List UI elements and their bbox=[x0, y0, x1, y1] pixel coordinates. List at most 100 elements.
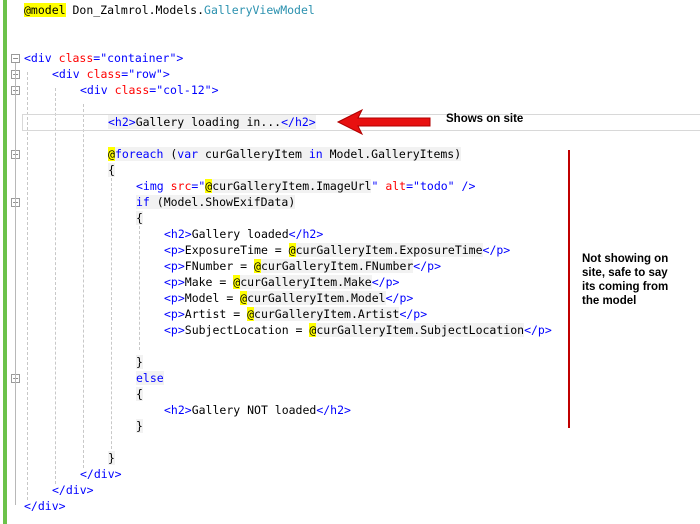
tag-open: <div bbox=[52, 67, 80, 81]
code-line-div-col[interactable]: <div class="col-12"> bbox=[80, 82, 219, 98]
code-line-brace[interactable]: { bbox=[136, 386, 143, 402]
code-line-h2-not-loaded[interactable]: <h2>Gallery NOT loaded</h2> bbox=[164, 402, 351, 418]
h2-text: Gallery NOT loaded bbox=[191, 403, 317, 417]
code-line-p-artist[interactable]: <p>Artist = @curGalleryItem.Artist</p> bbox=[164, 306, 427, 322]
code-text: (Model.ShowExifData) bbox=[149, 195, 296, 209]
code-line-div-container[interactable]: <div class="container"> bbox=[24, 50, 183, 66]
code-line-p-exposure[interactable]: <p>ExposureTime = @curGalleryItem.Exposu… bbox=[164, 242, 510, 258]
tag-close-div: </div> bbox=[24, 499, 66, 513]
code-line-model[interactable]: @model Don_Zalmrol.Models.GalleryViewMod… bbox=[24, 2, 315, 18]
indent-guide bbox=[139, 226, 140, 350]
tag-p-open: <p> bbox=[164, 275, 185, 289]
annotation-not-showing: Not showing on site, safe to say its com… bbox=[582, 252, 668, 308]
tag-p-close: </p> bbox=[371, 275, 400, 289]
razor-expr: curGalleryItem.SubjectLocation bbox=[316, 323, 525, 337]
tag-end: > bbox=[211, 83, 219, 97]
code-line-brace[interactable]: { bbox=[108, 162, 115, 178]
annotation-divider-line bbox=[568, 150, 570, 428]
p-label: Model = bbox=[184, 291, 241, 305]
brace: { bbox=[136, 387, 143, 401]
keyword-var: var bbox=[177, 147, 199, 161]
tag-p-open: <p> bbox=[164, 291, 185, 305]
equals: = bbox=[406, 179, 414, 193]
code-text: ( bbox=[163, 147, 178, 161]
code-line-brace[interactable]: } bbox=[136, 418, 143, 434]
model-type: GalleryViewModel bbox=[204, 3, 315, 17]
code-line-p-model[interactable]: <p>Model = @curGalleryItem.Model</p> bbox=[164, 290, 413, 306]
keyword-in: in bbox=[308, 147, 323, 161]
code-line-close-div[interactable]: </div> bbox=[80, 466, 122, 482]
annotation-line: the model bbox=[582, 295, 637, 307]
tag-p-close: </p> bbox=[399, 307, 428, 321]
tag-h2-close: </h2> bbox=[288, 227, 324, 241]
p-label: FNumber = bbox=[184, 259, 255, 273]
attr-value: "todo" bbox=[413, 179, 455, 193]
tag-open: <div bbox=[24, 51, 52, 65]
fold-toggle-container[interactable]: − bbox=[11, 54, 20, 63]
razor-expr: curGalleryItem.ExposureTime bbox=[295, 243, 483, 257]
p-label: SubjectLocation = bbox=[184, 323, 310, 337]
indent-guide bbox=[55, 88, 56, 484]
indent-guide bbox=[111, 178, 112, 454]
h2-text: Gallery loaded bbox=[191, 227, 289, 241]
razor-expr: curGalleryItem.FNumber bbox=[260, 259, 414, 273]
p-label: Make = bbox=[184, 275, 234, 289]
code-line-close-div[interactable]: </div> bbox=[52, 482, 94, 498]
tag-img: <img bbox=[136, 179, 164, 193]
razor-expr: curGalleryItem.ImageUrl bbox=[212, 179, 372, 193]
razor-at: @ bbox=[254, 259, 261, 273]
tag-h2-close: </h2> bbox=[316, 403, 351, 417]
tag-h2-open: <h2> bbox=[164, 403, 192, 417]
code-line-else[interactable]: else bbox=[136, 370, 164, 386]
tag-p-open: <p> bbox=[164, 323, 185, 337]
tag-p-close: </p> bbox=[413, 259, 441, 273]
code-line-close-div[interactable]: </div> bbox=[24, 498, 66, 514]
tag-end: > bbox=[162, 67, 170, 81]
code-line-h2-loaded[interactable]: <h2>Gallery loaded</h2> bbox=[164, 226, 323, 242]
keyword-else: else bbox=[136, 371, 164, 385]
tag-p-open: <p> bbox=[164, 259, 185, 273]
tag-h2-open: <h2> bbox=[108, 115, 136, 129]
brace: { bbox=[108, 163, 115, 177]
code-line-brace[interactable]: } bbox=[136, 354, 143, 370]
model-namespace: Don_Zalmrol.Models. bbox=[65, 3, 205, 17]
annotation-line: site, safe to say bbox=[582, 267, 668, 279]
code-line-h2-loading[interactable]: <h2>Gallery loading in...</h2> bbox=[108, 114, 316, 130]
code-text: curGalleryItem bbox=[198, 147, 309, 161]
tag-p-open: <p> bbox=[164, 307, 185, 321]
code-line-p-subject[interactable]: <p>SubjectLocation = @curGalleryItem.Sub… bbox=[164, 322, 552, 338]
h2-text: Gallery loading in... bbox=[135, 115, 282, 129]
annotation-line: Not showing on bbox=[582, 253, 669, 265]
tag-h2-open: <h2> bbox=[164, 227, 192, 241]
code-line-if[interactable]: if (Model.ShowExifData) bbox=[136, 194, 296, 210]
razor-at: @ bbox=[288, 243, 296, 257]
annotation-line: its coming from bbox=[582, 281, 669, 293]
attr-name: class bbox=[114, 83, 150, 97]
code-line-p-fnumber[interactable]: <p>FNumber = @curGalleryItem.FNumber</p> bbox=[164, 258, 441, 274]
tag-p-close: </p> bbox=[524, 323, 552, 337]
code-line-img[interactable]: <img src="@curGalleryItem.ImageUrl" alt=… bbox=[136, 178, 475, 194]
razor-expr: curGalleryItem.Make bbox=[240, 275, 372, 289]
red-arrow-icon bbox=[336, 108, 431, 136]
tag-close-div: </div> bbox=[52, 483, 94, 497]
change-tracking-bar bbox=[3, 0, 7, 524]
tag-p-close: </p> bbox=[482, 243, 511, 257]
keyword-foreach: foreach bbox=[114, 147, 164, 161]
code-line-foreach[interactable]: @foreach (var curGalleryItem in Model.Ga… bbox=[108, 146, 462, 162]
code-line-p-make[interactable]: <p>Make = @curGalleryItem.Make</p> bbox=[164, 274, 399, 290]
p-label: ExposureTime = bbox=[184, 243, 289, 257]
attr-value: "container" bbox=[100, 51, 177, 65]
indent-guide bbox=[27, 72, 28, 500]
code-line-brace[interactable]: } bbox=[108, 450, 115, 466]
brace: } bbox=[136, 355, 143, 369]
code-line-div-row[interactable]: <div class="row"> bbox=[52, 66, 170, 82]
attr-value: "row" bbox=[128, 67, 163, 81]
tag-open: <div bbox=[80, 83, 108, 97]
code-line-brace[interactable]: { bbox=[136, 210, 143, 226]
razor-expr: curGalleryItem.Model bbox=[247, 291, 386, 305]
tag-end: > bbox=[176, 51, 184, 65]
fold-line bbox=[15, 63, 16, 505]
tag-end: /> bbox=[454, 179, 476, 193]
tag-h2-close: </h2> bbox=[281, 115, 316, 129]
